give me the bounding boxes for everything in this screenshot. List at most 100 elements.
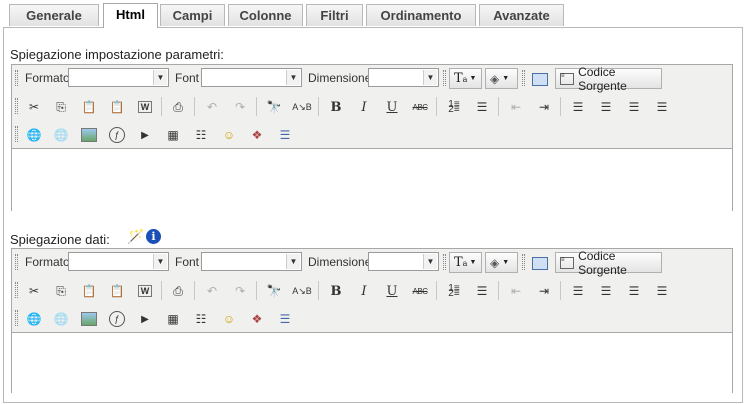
- magic-wand-icon[interactable]: 🪄: [127, 228, 144, 245]
- toolbar-grip[interactable]: [15, 126, 18, 142]
- editor-content-area[interactable]: [12, 148, 732, 211]
- special-char-button[interactable]: ❖: [245, 308, 269, 330]
- special-char-button[interactable]: ❖: [245, 124, 269, 146]
- toolbar-grip[interactable]: [15, 282, 18, 298]
- italic-button[interactable]: I: [352, 96, 376, 118]
- unlink-button[interactable]: 🌐: [49, 124, 73, 146]
- tab-colonne[interactable]: Colonne: [228, 4, 303, 26]
- font-select[interactable]: ▼: [201, 252, 302, 271]
- align-center-button[interactable]: ☰: [594, 280, 618, 302]
- align-justify-button[interactable]: ☰: [650, 280, 674, 302]
- tab-ordinamento[interactable]: Ordinamento: [366, 4, 476, 26]
- horizontal-rule-button[interactable]: ☷: [189, 308, 213, 330]
- image-button[interactable]: [77, 124, 101, 146]
- align-right-button[interactable]: ☰: [622, 280, 646, 302]
- underline-button[interactable]: U: [380, 96, 404, 118]
- strikethrough-button[interactable]: ABC: [408, 280, 432, 302]
- italic-button[interactable]: I: [352, 280, 376, 302]
- bold-button[interactable]: B: [324, 280, 348, 302]
- cut-button[interactable]: ✂: [22, 96, 46, 118]
- page-break-button[interactable]: ☰: [273, 124, 297, 146]
- toolbar-grip[interactable]: [522, 254, 525, 270]
- paste-button[interactable]: 📋: [77, 280, 101, 302]
- paste-text-button[interactable]: 📋: [105, 96, 129, 118]
- toolbar-grip[interactable]: [15, 254, 18, 270]
- align-justify-button[interactable]: ☰: [650, 96, 674, 118]
- unordered-list-button[interactable]: ☰: [470, 280, 494, 302]
- align-center-button[interactable]: ☰: [594, 96, 618, 118]
- ordered-list-button[interactable]: 1≡ 2≡: [442, 96, 466, 118]
- tab-html[interactable]: Html: [103, 3, 158, 28]
- strikethrough-icon: ABC: [412, 286, 428, 296]
- table-button[interactable]: ▦: [161, 308, 185, 330]
- text-color-button[interactable]: Ta ▼: [449, 252, 482, 273]
- toolbar-grip[interactable]: [15, 98, 18, 114]
- toolbar-grip[interactable]: [15, 310, 18, 326]
- media-button[interactable]: ▶: [133, 124, 157, 146]
- size-select[interactable]: ▼: [368, 68, 439, 87]
- tab-campi[interactable]: Campi: [160, 4, 225, 26]
- tab-generale[interactable]: Generale: [9, 4, 99, 26]
- undo-button[interactable]: ↶: [200, 280, 224, 302]
- paste-text-button[interactable]: 📋: [105, 280, 129, 302]
- background-color-button[interactable]: ◈ ▼: [485, 252, 518, 273]
- flash-button[interactable]: ƒ: [105, 308, 129, 330]
- font-select[interactable]: ▼: [201, 68, 302, 87]
- cut-button[interactable]: ✂: [22, 280, 46, 302]
- page-break-button[interactable]: ☰: [273, 308, 297, 330]
- table-button[interactable]: ▦: [161, 124, 185, 146]
- redo-button[interactable]: ↷: [228, 280, 252, 302]
- link-button[interactable]: 🌐: [22, 308, 46, 330]
- underline-button[interactable]: U: [380, 280, 404, 302]
- indent-button[interactable]: ⇥: [532, 280, 556, 302]
- maximize-button[interactable]: [528, 68, 552, 90]
- copy-button[interactable]: ⎘: [49, 280, 73, 302]
- bold-button[interactable]: B: [324, 96, 348, 118]
- paste-button[interactable]: 📋: [77, 96, 101, 118]
- size-select[interactable]: ▼: [368, 252, 439, 271]
- smiley-button[interactable]: ☺: [217, 308, 241, 330]
- copy-button[interactable]: ⎘: [49, 96, 73, 118]
- tab-avanzate[interactable]: Avanzate: [479, 4, 564, 26]
- replace-button[interactable]: A↘B: [290, 96, 314, 118]
- toolbar-grip[interactable]: [443, 254, 446, 270]
- text-color-button[interactable]: Ta ▼: [449, 68, 482, 89]
- find-button[interactable]: 🔭: [262, 280, 286, 302]
- flash-button[interactable]: ƒ: [105, 124, 129, 146]
- toolbar-grip[interactable]: [522, 70, 525, 86]
- strikethrough-button[interactable]: ABC: [408, 96, 432, 118]
- background-color-button[interactable]: ◈ ▼: [485, 68, 518, 89]
- replace-button[interactable]: A↘B: [290, 280, 314, 302]
- format-select[interactable]: ▼: [68, 68, 169, 87]
- undo-button[interactable]: ↶: [200, 96, 224, 118]
- horizontal-rule-button[interactable]: ☷: [189, 124, 213, 146]
- link-button[interactable]: 🌐: [22, 124, 46, 146]
- media-button[interactable]: ▶: [133, 308, 157, 330]
- align-left-button[interactable]: ☰: [566, 280, 590, 302]
- print-button[interactable]: ⎙: [166, 96, 190, 118]
- align-left-button[interactable]: ☰: [566, 96, 590, 118]
- unlink-button[interactable]: 🌐: [49, 308, 73, 330]
- source-code-button[interactable]: ≡ Codice Sorgente: [555, 65, 662, 93]
- outdent-button[interactable]: ⇤: [504, 280, 528, 302]
- align-right-button[interactable]: ☰: [622, 96, 646, 118]
- paste-word-button[interactable]: W: [133, 96, 157, 118]
- unordered-list-button[interactable]: ☰: [470, 96, 494, 118]
- tab-filtri[interactable]: Filtri: [306, 4, 363, 26]
- find-button[interactable]: 🔭: [262, 96, 286, 118]
- indent-button[interactable]: ⇥: [532, 96, 556, 118]
- toolbar-grip[interactable]: [15, 70, 18, 86]
- print-button[interactable]: ⎙: [166, 280, 190, 302]
- ordered-list-button[interactable]: 1≡ 2≡: [442, 280, 466, 302]
- smiley-button[interactable]: ☺: [217, 124, 241, 146]
- source-code-button[interactable]: ≡ Codice Sorgente: [555, 249, 662, 277]
- toolbar-grip[interactable]: [443, 70, 446, 86]
- paste-word-button[interactable]: W: [133, 280, 157, 302]
- format-select[interactable]: ▼: [68, 252, 169, 271]
- image-button[interactable]: [77, 308, 101, 330]
- maximize-button[interactable]: [528, 252, 552, 274]
- editor-content-area[interactable]: [12, 332, 732, 393]
- info-icon[interactable]: i: [146, 229, 161, 244]
- outdent-button[interactable]: ⇤: [504, 96, 528, 118]
- redo-button[interactable]: ↷: [228, 96, 252, 118]
